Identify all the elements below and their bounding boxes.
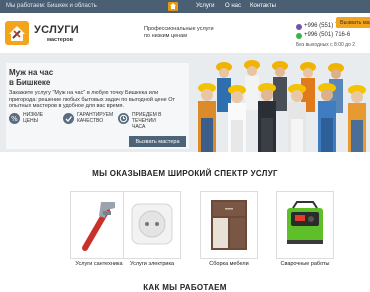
nav-about[interactable]: О нас — [225, 3, 241, 9]
service-label-furniture[interactable]: Сборка мебели — [200, 261, 258, 267]
svg-text:%: % — [11, 115, 18, 123]
hero-description: Закажите услугу "Муж на час" в любую точ… — [9, 90, 176, 109]
whatsapp-icon — [296, 32, 302, 39]
pipe-wrench-icon — [82, 202, 115, 251]
cabinet-icon — [211, 200, 247, 250]
hero-title: Муж на час в Бишкеке — [9, 68, 54, 87]
logo-icon[interactable] — [5, 21, 29, 45]
service-label-electrician[interactable]: Услуги электрика — [123, 261, 181, 267]
power-socket-icon — [131, 203, 173, 245]
nav-contacts[interactable]: Контакты — [250, 3, 276, 9]
welding-machine-icon — [287, 201, 323, 244]
call-master-button-header[interactable]: Вызвать мастера — [336, 17, 370, 28]
call-master-button-hero[interactable]: Вызвать мастера — [129, 136, 186, 147]
nav-services[interactable]: Услуги — [196, 3, 214, 9]
services-heading: МЫ ОКАЗЫВАЕМ ШИРОКИЙ СПЕКТР УСЛУГ — [92, 169, 278, 178]
tagline: Профессиональные услуги по низким ценам — [144, 26, 214, 39]
how-we-work-heading: КАК МЫ РАБОТАЕМ — [143, 283, 227, 292]
top-bar: Мы работаем: Бишкек и область Услуги О н… — [0, 0, 370, 13]
home-icon[interactable] — [168, 2, 178, 11]
clock-icon — [118, 113, 129, 124]
percent-icon: % — [9, 113, 20, 124]
logo-title: УСЛУГИ — [34, 24, 80, 36]
viber-icon — [296, 23, 302, 30]
workers-team-image — [198, 60, 366, 152]
phone-2[interactable]: +996 (501) 716-6 — [304, 31, 350, 40]
working-hours: Без выходных с 8:00 до 2 — [296, 42, 356, 48]
service-card-furniture[interactable] — [200, 191, 258, 259]
service-label-welding[interactable]: Сварочные работы — [276, 261, 334, 267]
service-label-plumbing[interactable]: Услуги сантехника — [70, 261, 128, 267]
service-card-welding[interactable] — [276, 191, 334, 259]
service-card-plumbing[interactable] — [70, 191, 128, 259]
service-card-electrician[interactable] — [123, 191, 181, 259]
location-text: Мы работаем: Бишкек и область — [6, 3, 97, 9]
logo-subtitle: мастеров — [47, 37, 73, 43]
quality-icon — [63, 113, 74, 124]
